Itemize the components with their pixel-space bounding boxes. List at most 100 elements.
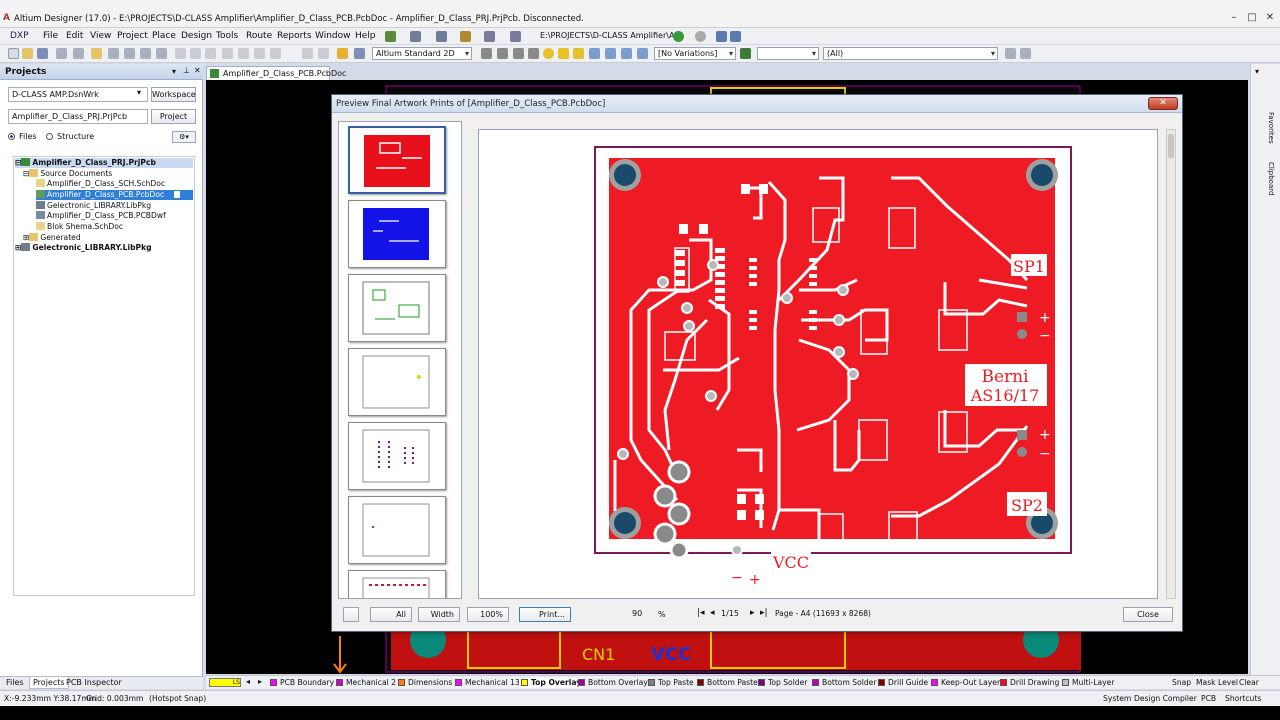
thumbnail-page-4[interactable] (348, 348, 446, 416)
fill-icon[interactable] (558, 48, 569, 59)
clear-filter-icon[interactable] (1020, 48, 1031, 59)
clipboard-tab[interactable]: Clipboard (1267, 162, 1275, 195)
menu-tools[interactable]: Tools (216, 31, 238, 41)
status-pcb[interactable]: PCB (1201, 694, 1216, 703)
favorite-icon[interactable] (730, 31, 741, 42)
layer-tab-top-solder[interactable]: Top Solder (758, 678, 807, 688)
menu-place[interactable]: Place (152, 31, 176, 41)
thumbnail-page-3[interactable] (348, 274, 446, 342)
select-area-icon[interactable] (238, 48, 249, 59)
previous-page-icon[interactable]: ◂ (710, 608, 715, 618)
layer-tab-bottom-solder[interactable]: Bottom Solder (812, 678, 876, 688)
grid-icon[interactable] (484, 31, 495, 42)
zoom-value[interactable]: 90 (632, 609, 642, 618)
tree-node-project[interactable]: ⊞ Gelectronic_LIBRARY.LibPkg (15, 243, 152, 253)
filter-select-1[interactable] (757, 47, 819, 60)
thumbnail-page-2[interactable] (348, 200, 446, 268)
layer-tab-keep-out[interactable]: Keep-Out Layer (931, 678, 1000, 688)
rubber-stamp-icon[interactable] (222, 48, 233, 59)
polygon-icon[interactable] (573, 48, 584, 59)
menu-view[interactable]: View (90, 31, 111, 41)
tree-node-file[interactable]: Gelectronic_LIBRARY.LibPkg (36, 201, 151, 211)
place-component-icon[interactable] (410, 31, 421, 42)
workspace-select[interactable]: D-CLASS AMP.DsnWrk (8, 87, 148, 102)
status-design-compiler[interactable]: Design Compiler (1134, 694, 1197, 703)
panel-menu-icon[interactable]: ▾ (172, 67, 176, 76)
zoom-100-button[interactable]: 100% (467, 607, 509, 622)
arc-icon[interactable] (513, 48, 524, 59)
panel-options-icon[interactable]: ⚙▾ (172, 131, 196, 143)
paste-icon[interactable] (205, 48, 216, 59)
structure-radio[interactable] (46, 133, 53, 140)
thumbnail-page-1[interactable] (348, 126, 446, 194)
menu-window[interactable]: Window (315, 31, 351, 41)
layer-stack-icon[interactable] (460, 31, 471, 42)
maximize-icon[interactable]: □ (1244, 12, 1260, 24)
move-icon[interactable] (254, 48, 265, 59)
next-page-icon[interactable]: ▸ (750, 608, 755, 618)
keepout-icon[interactable] (637, 48, 648, 59)
browse-icon[interactable] (354, 48, 365, 59)
scrollbar-thumb[interactable] (1168, 134, 1174, 158)
mask-level-button[interactable]: Mask Level (1196, 678, 1238, 688)
tab-files[interactable]: Files (6, 678, 24, 687)
tree-node-file[interactable]: Blok Shema.SchDoc (36, 222, 123, 232)
fit-all-button[interactable]: All (370, 607, 412, 622)
tab-pcb-inspector[interactable]: PCB Inspector (66, 678, 122, 687)
close-icon[interactable]: ✕ (1262, 12, 1278, 24)
workspace-dropdown-icon[interactable]: ▾ (137, 88, 141, 97)
thumbnail-page-7[interactable] (348, 570, 446, 598)
layer-tab-bottom-overlay[interactable]: Bottom Overlay (578, 678, 648, 688)
deselect-icon[interactable] (270, 48, 281, 59)
via-icon[interactable] (543, 48, 554, 59)
filter-icon[interactable] (1005, 48, 1016, 59)
fit-area-icon[interactable] (124, 48, 135, 59)
save-icon[interactable] (37, 48, 48, 59)
highlight-icon[interactable] (337, 48, 348, 59)
status-system[interactable]: System (1103, 694, 1131, 703)
close-button[interactable]: Close (1123, 607, 1173, 622)
workspace-button[interactable]: Workspace (151, 87, 196, 102)
layer-tab-mechanical-2[interactable]: Mechanical 2 (336, 678, 396, 688)
component-icon[interactable] (621, 48, 632, 59)
redo-icon[interactable] (318, 48, 329, 59)
last-page-icon[interactable]: ▸| (760, 608, 768, 618)
thumbnail-page-5[interactable] (348, 422, 446, 490)
document-tab[interactable]: Amplifier_D_Class_PCB.PcbDoc (206, 66, 346, 80)
layer-tab-drill-drawing[interactable]: Drill Drawing (1000, 678, 1059, 688)
fit-width-button[interactable]: Width (418, 607, 460, 622)
align-icon[interactable] (436, 31, 447, 42)
back-icon[interactable] (673, 31, 684, 42)
menu-route[interactable]: Route (246, 31, 272, 41)
tree-node-folder[interactable]: ⊞ Generated (23, 233, 81, 243)
region-icon[interactable] (605, 48, 616, 59)
new-icon[interactable] (8, 48, 19, 59)
preview-vertical-scrollbar[interactable] (1166, 129, 1176, 599)
undo-icon[interactable] (302, 48, 313, 59)
print-preview-area[interactable]: SP1 SP2 Berni AS16/17 + − + − VCC − + (478, 129, 1158, 599)
select-icon[interactable] (156, 48, 167, 59)
layer-tab-multi-layer[interactable]: Multi-Layer (1062, 678, 1114, 688)
menu-dxp[interactable]: DXP (10, 31, 29, 41)
route-differential-icon[interactable] (497, 48, 508, 59)
print-icon[interactable] (56, 48, 67, 59)
layer-tab-top-overlay[interactable]: Top Overlay (519, 678, 584, 688)
menu-file[interactable]: File (43, 31, 58, 41)
zoom-area-icon[interactable] (140, 48, 151, 59)
tree-node-file-selected[interactable]: Amplifier_D_Class_PCB.PcbDoc (36, 190, 193, 200)
layer-tab-pcb-boundary[interactable]: PCB Boundary (270, 678, 334, 688)
menu-project[interactable]: Project (117, 31, 148, 41)
zoom-icon[interactable] (73, 48, 84, 59)
route-icon[interactable] (385, 31, 396, 42)
fit-icon[interactable] (108, 48, 119, 59)
clear-button[interactable]: Clear (1239, 678, 1259, 688)
layer-tab-mechanical-13[interactable]: Mechanical 13 (455, 678, 520, 688)
menu-reports[interactable]: Reports (277, 31, 312, 41)
variant-manager-icon[interactable] (740, 48, 751, 59)
string-icon[interactable] (589, 48, 600, 59)
variations-select[interactable]: [No Variations] (654, 47, 736, 60)
tree-node-folder[interactable]: ⊟ Source Documents (23, 169, 112, 179)
layer-tab-top-paste[interactable]: Top Paste (648, 678, 694, 688)
pin-icon[interactable]: ⊥ (183, 66, 190, 75)
route-interactive-icon[interactable] (481, 48, 492, 59)
